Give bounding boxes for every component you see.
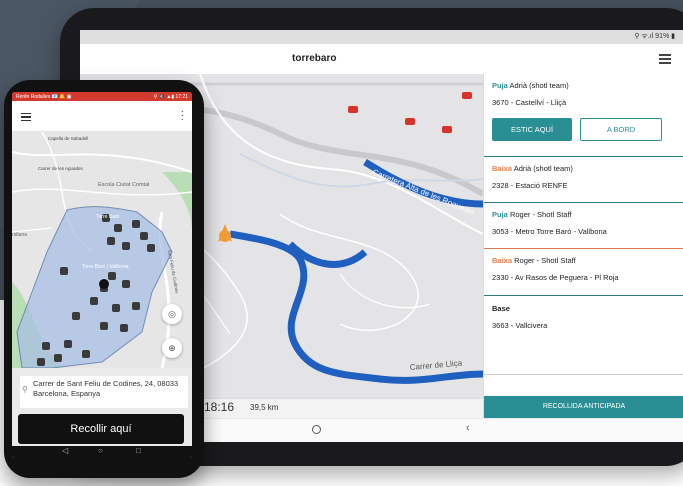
- stop-card-title: Baixa Roger - Shotl Staff: [492, 256, 576, 265]
- passenger-name: Roger - Shotl Staff: [509, 210, 572, 219]
- eta-time: 18:16: [204, 400, 235, 414]
- stop-card-title: Puja Roger - Shotl Staff: [492, 210, 572, 219]
- stop-type-keyword: Base: [492, 304, 510, 313]
- stop-type-keyword: Baixa: [492, 164, 513, 173]
- eta-distance: 39,5 km: [250, 403, 279, 412]
- hamburger-menu-icon[interactable]: [21, 113, 31, 123]
- locate-me-icon[interactable]: ⊕: [162, 338, 182, 358]
- stop-name: 2328 - Estació RENFE: [492, 181, 568, 190]
- map-label: Carrer de les Aguades: [38, 166, 84, 171]
- stop-card[interactable]: Puja Adrià (shotl team) 3670 - Castellví…: [484, 74, 683, 157]
- passenger-name: Adrià (shotl team): [513, 164, 573, 173]
- phone-screen: Renfe Rodalies 📧 🔔 ▣ ⚲ 🔇 ▲▮ 17:21 ···: [12, 92, 192, 458]
- passenger-name: Adrià (shotl team): [509, 81, 569, 90]
- phone-nav-bar: ◁ ○ □: [12, 446, 192, 458]
- stop-name: 3663 - Vallcivera: [492, 321, 548, 330]
- stop-card[interactable]: Baixa Adrià (shotl team) 2328 - Estació …: [484, 157, 683, 203]
- map-label: ridiana: [12, 232, 27, 238]
- stop-type-keyword: Baixa: [492, 256, 513, 265]
- back-icon[interactable]: ‹: [466, 422, 470, 434]
- a-bord-button[interactable]: A BORD: [580, 118, 662, 141]
- recent-apps-icon[interactable]: □: [136, 446, 141, 455]
- map-label: Capella de Sabadell: [48, 136, 88, 141]
- back-icon[interactable]: ◁: [62, 446, 68, 455]
- tablet-app-header: torrebaro: [80, 44, 683, 75]
- map-label: Torre Baró | Vallbona: [82, 264, 129, 270]
- tablet-status-bar: ⚲ ᯤ.ıl 91% ▮: [80, 30, 683, 44]
- map-label: Escola Ciutat Comtal: [98, 182, 149, 188]
- map-label: Torre Baró: [96, 214, 120, 220]
- app-title: torrebaro: [292, 53, 337, 64]
- pickup-map[interactable]: Capella de Sabadell Carrer de les Aguade…: [12, 132, 192, 368]
- stop-card-title: Puja Adrià (shotl team): [492, 81, 569, 90]
- address-box[interactable]: ⚲ Carrer de Sant Feliu de Codines, 24, 0…: [20, 376, 188, 408]
- tablet-status-icons: ⚲ ᯤ.ıl 91% ▮: [634, 33, 675, 40]
- passenger-name: Roger - Shotl Staff: [514, 256, 576, 265]
- phone-status-left: Renfe Rodalies 📧 🔔 ▣: [16, 94, 72, 100]
- home-icon[interactable]: [312, 425, 321, 434]
- stops-panel: Puja Adrià (shotl team) 3670 - Castellví…: [483, 74, 683, 418]
- phone-map-canvas: Capella de Sabadell Carrer de les Aguade…: [12, 132, 192, 368]
- home-icon[interactable]: ○: [98, 446, 103, 455]
- stop-name: 3053 - Metro Torre Baró - Vallbona: [492, 227, 607, 236]
- phone-app-bar: · · ·: [12, 101, 192, 132]
- stop-card-title: Base: [492, 304, 510, 313]
- sync-button[interactable]: ◎: [162, 304, 182, 324]
- stop-name: 3670 - Castellví - Lliçà: [492, 98, 567, 107]
- hamburger-menu-icon[interactable]: [659, 54, 671, 64]
- pickup-pin: [99, 279, 109, 289]
- recollir-aqui-button[interactable]: Recollir aquí: [18, 414, 184, 444]
- phone-status-bar: Renfe Rodalies 📧 🔔 ▣ ⚲ 🔇 ▲▮ 17:21: [12, 92, 192, 101]
- recollida-anticipada-button[interactable]: RECOLLIDA ANTICIPADA: [484, 396, 683, 418]
- stop-type-keyword: Puja: [492, 210, 508, 219]
- phone-status-right: ⚲ 🔇 ▲▮ 17:21: [153, 94, 188, 100]
- stop-card-title: Baixa Adrià (shotl team): [492, 164, 573, 173]
- stop-card[interactable]: Puja Roger - Shotl Staff 3053 - Metro To…: [484, 203, 683, 249]
- stop-card[interactable]: Baixa Roger - Shotl Staff 2330 - Av Raso…: [484, 249, 683, 296]
- stop-name: 2330 - Av Rasos de Peguera - Pl Roja: [492, 273, 619, 282]
- stop-type-keyword: Puja: [492, 81, 508, 90]
- more-options-icon[interactable]: · · ·: [181, 107, 184, 125]
- address-text: Carrer de Sant Feliu de Codines, 24, 080…: [33, 379, 179, 398]
- search-icon: ⚲: [22, 385, 28, 394]
- stop-card[interactable]: Base 3663 - Vallcivera: [484, 296, 683, 375]
- estic-aqui-button[interactable]: ESTIC AQUÍ: [492, 118, 572, 141]
